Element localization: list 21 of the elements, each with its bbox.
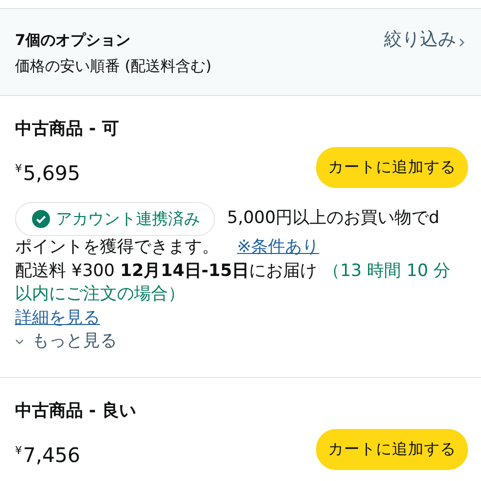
add-to-cart-button[interactable]: カートに追加する <box>316 147 468 188</box>
condition-title: 中古商品 - 良い <box>15 400 137 423</box>
points-text: ポイントを獲得できます。 <box>15 236 219 259</box>
delivery-text: 配送料 ¥300 12月14日-15日にお届け <box>15 260 318 282</box>
price-text: $^{¥}$7,456 <box>15 442 80 468</box>
chevron-down-icon <box>15 338 24 344</box>
sort-order-text: 価格の安い順番 (配送料含む) <box>15 56 212 77</box>
price-text: $^{¥}$5,695 <box>15 160 80 186</box>
options-count: 7個のオプション <box>15 30 132 51</box>
countdown-text: 以内にご注文の場合） <box>15 283 185 306</box>
condition-title: 中古商品 - 可 <box>15 118 120 141</box>
see-more-link[interactable]: もっと見る <box>15 330 469 353</box>
countdown-text: （13 時間 10 分 <box>323 260 451 282</box>
details-link[interactable]: 詳細を見る <box>15 308 100 328</box>
chevron-right-icon <box>459 38 465 46</box>
check-circle-icon <box>32 210 50 228</box>
add-to-cart-button[interactable]: カートに追加する <box>316 429 468 470</box>
points-text: 5,000円以上のお買い物でd <box>227 207 440 230</box>
conditions-link[interactable]: ※条件あり <box>237 236 320 260</box>
filter-link[interactable]: 絞り込み <box>384 29 465 51</box>
account-linked-badge: アカウント連携済み <box>15 202 215 236</box>
